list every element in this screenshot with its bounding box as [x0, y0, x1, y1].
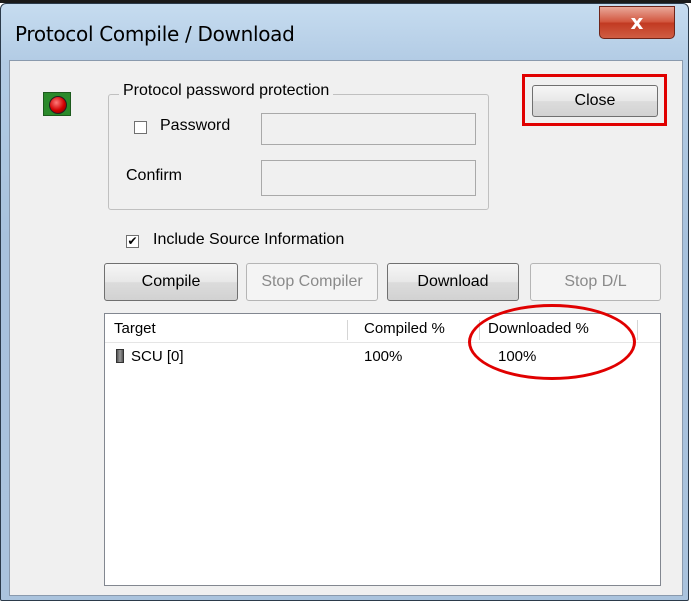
protocol-status-icon	[43, 92, 71, 116]
download-button[interactable]: Download	[387, 263, 519, 301]
confirm-field[interactable]	[261, 160, 476, 196]
dialog-window: Protocol Compile / Download x Protocol p…	[0, 3, 689, 601]
close-button-highlight	[522, 74, 667, 126]
checkmark-icon: ✔	[127, 234, 138, 248]
column-header-compiled[interactable]: Compiled %	[364, 320, 445, 342]
compiled-cell: 100%	[364, 348, 403, 365]
target-cell: SCU [0]	[131, 348, 184, 365]
password-field[interactable]	[261, 113, 476, 145]
window-title: Protocol Compile / Download	[15, 22, 295, 46]
close-icon: x	[630, 10, 644, 34]
downloaded-highlight-circle	[468, 304, 636, 380]
window-close-button[interactable]: x	[599, 6, 675, 39]
password-protection-legend: Protocol password protection	[119, 82, 334, 100]
password-label: Password	[160, 117, 231, 134]
confirm-label: Confirm	[126, 167, 183, 184]
compile-button[interactable]: Compile	[104, 263, 238, 301]
column-header-target[interactable]: Target	[114, 320, 156, 342]
stop-compiler-button[interactable]: Stop Compiler	[246, 263, 378, 301]
dialog-client-area: Protocol password protection Password Co…	[9, 60, 683, 596]
stop-download-button[interactable]: Stop D/L	[530, 263, 661, 301]
include-source-label: Include Source Information	[153, 231, 345, 248]
include-source-checkbox[interactable]: ✔	[126, 235, 139, 248]
device-icon	[116, 349, 124, 363]
password-checkbox[interactable]	[134, 121, 147, 134]
